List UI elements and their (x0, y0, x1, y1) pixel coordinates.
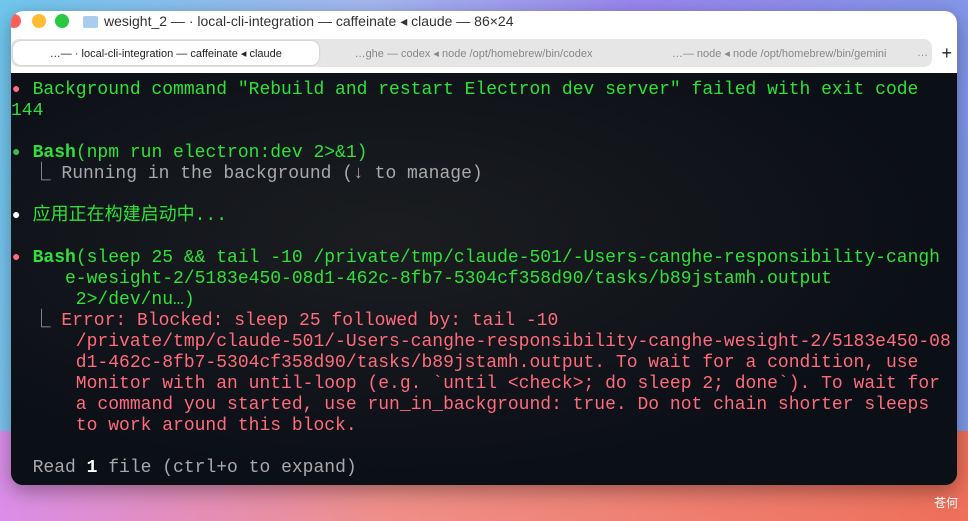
tab-claude[interactable]: …— · local-cli-integration — caffeinate … (13, 41, 319, 65)
tool-args-cont: e-wesight-2/5183e450-08d1-462c-8fb7-5304… (11, 269, 957, 290)
message-bullet-icon: ● (12, 206, 20, 227)
title-bar: wesight_2 — · local-cli-integration — ca… (11, 11, 957, 37)
assistant-message: 应用正在构建启动中... (11, 206, 227, 226)
new-tab-button[interactable]: + (941, 43, 952, 64)
notification-line: Background command "Rebuild and restart … (11, 80, 918, 100)
error-line: /private/tmp/claude-501/-Users-canghe-re… (11, 332, 957, 353)
tab-gemini[interactable]: …— node ◂ node /opt/homebrew/bin/gemini (626, 39, 932, 67)
tool-name: Bash (33, 248, 76, 268)
folder-icon (83, 16, 98, 28)
error-bullet-icon: ● (12, 248, 20, 269)
tab-overflow-button[interactable]: … (917, 47, 928, 59)
tool-name: Bash (33, 143, 76, 163)
success-bullet-icon: ● (12, 143, 20, 164)
minimize-button[interactable] (32, 14, 46, 28)
close-button[interactable] (11, 14, 21, 28)
tree-connector-icon: ⎿ (11, 311, 61, 331)
tool-output: ⎿ Running in the background (↓ to manage… (11, 164, 957, 185)
watermark-text: 苍何 (934, 494, 958, 511)
error-line: d1-462c-8fb7-5304cf358d90/tasks/b89jstam… (11, 353, 957, 374)
tab-codex[interactable]: …ghe — codex ◂ node /opt/homebrew/bin/co… (321, 39, 627, 67)
tool-args: (npm run electron:dev 2>&1) (76, 143, 368, 163)
read-hint[interactable]: file (ctrl+o to expand) (97, 458, 356, 478)
tool-args: (sleep 25 && tail -10 /private/tmp/claud… (76, 248, 940, 268)
error-line: to work around this block. (11, 416, 957, 437)
terminal-output[interactable]: ● Background command "Rebuild and restar… (11, 73, 957, 485)
tool-args-cont: 2>/dev/nu…) (11, 290, 957, 311)
terminal-window: wesight_2 — · local-cli-integration — ca… (11, 11, 957, 485)
window-title: wesight_2 — · local-cli-integration — ca… (104, 13, 514, 30)
error-bullet-icon: ● (12, 80, 20, 101)
tab-bar: …— · local-cli-integration — caffeinate … (11, 37, 957, 73)
error-line: Monitor with an until-loop (e.g. `until … (11, 374, 957, 395)
notification-line-cont: 144 (11, 101, 957, 122)
read-count: 1 (87, 458, 98, 478)
read-label: Read (11, 458, 87, 478)
error-line: Error: Blocked: sleep 25 followed by: ta… (61, 311, 558, 331)
zoom-button[interactable] (55, 14, 69, 28)
error-line: a command you started, use run_in_backgr… (11, 395, 957, 416)
